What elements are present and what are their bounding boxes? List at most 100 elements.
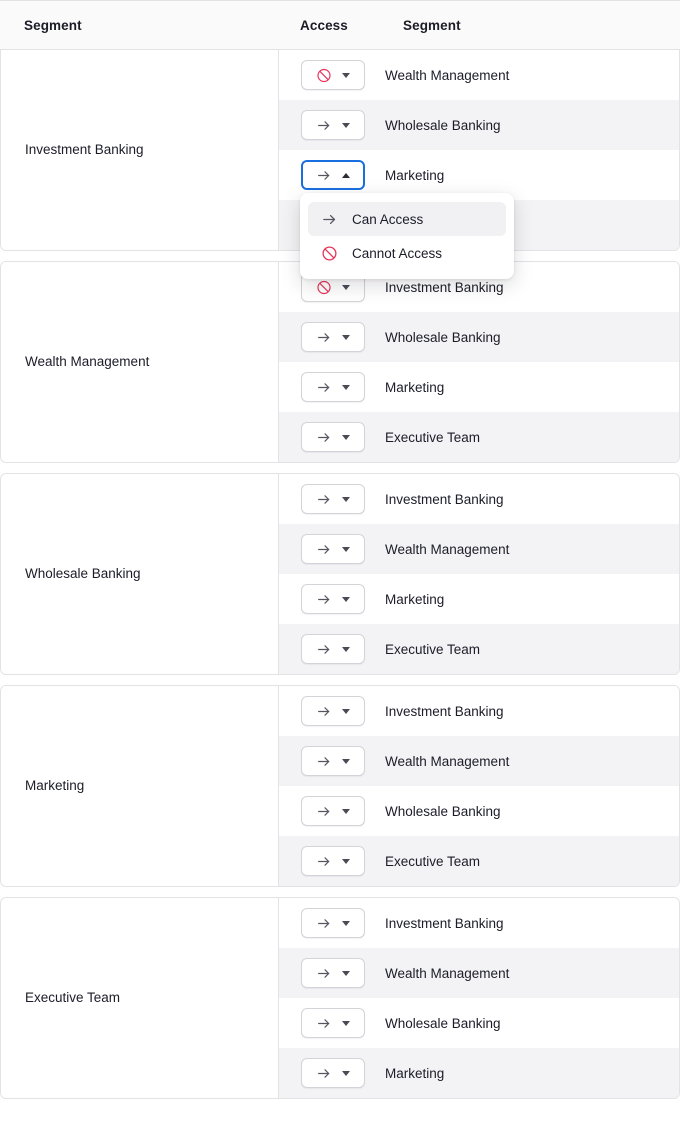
source-segment-cell: Wholesale Banking (1, 474, 279, 674)
table-row: Wealth Management (279, 948, 679, 998)
table-row: Investment Banking (279, 686, 679, 736)
chevron-down-icon (342, 1070, 350, 1076)
access-select-button[interactable] (301, 846, 365, 876)
access-cell (279, 796, 385, 826)
access-cell (279, 110, 385, 140)
target-segment-label: Wealth Management (385, 67, 510, 83)
chevron-down-icon (342, 72, 350, 78)
access-select-button[interactable] (301, 634, 365, 664)
target-segment-label: Marketing (385, 1065, 445, 1081)
arrow-right-icon (316, 753, 332, 769)
target-segment-label: Wealth Management (385, 965, 510, 981)
source-segment-label: Wealth Management (25, 354, 150, 370)
arrow-right-icon (316, 541, 332, 557)
access-select-button[interactable] (301, 60, 365, 90)
access-cell (279, 584, 385, 614)
no-entry-icon (316, 67, 332, 83)
access-select-button[interactable] (301, 746, 365, 776)
access-select-button[interactable] (301, 534, 365, 564)
chevron-down-icon (342, 334, 350, 340)
segment-access-matrix: Segment Access Segment Investment Bankin… (0, 0, 680, 1123)
target-segment-label: Investment Banking (385, 703, 504, 719)
access-select-button[interactable] (301, 908, 365, 938)
chevron-down-icon (342, 646, 350, 652)
target-segment-label: Executive Team (385, 853, 481, 869)
access-select-button[interactable] (301, 1058, 365, 1088)
target-segment-label: Wholesale Banking (385, 1015, 501, 1031)
target-segment-label: Executive Team (385, 641, 481, 657)
access-select-button[interactable] (301, 1008, 365, 1038)
arrow-right-icon (316, 915, 332, 931)
arrow-right-icon (316, 491, 332, 507)
chevron-down-icon (342, 384, 350, 390)
source-segment-cell: Wealth Management (1, 262, 279, 462)
chevron-down-icon (342, 122, 350, 128)
target-segment-label: Wealth Management (385, 541, 510, 557)
access-cell (279, 1008, 385, 1038)
arrow-right-icon (316, 117, 332, 133)
column-header-source-segment: Segment (24, 17, 82, 33)
access-cell (279, 422, 385, 452)
menu-item-can-access[interactable]: Can Access (308, 202, 506, 236)
menu-item-cannot-access[interactable]: Cannot Access (308, 236, 506, 270)
access-dropdown-menu[interactable]: Can Access Cannot Access (300, 193, 514, 279)
group-rows: Investment Banking Wealth Management Whole… (279, 686, 679, 886)
access-select-button[interactable] (301, 796, 365, 826)
target-segment-label: Executive Team (385, 429, 481, 445)
arrow-right-icon (316, 591, 332, 607)
source-segment-label: Marketing (25, 778, 85, 794)
access-cell (279, 1058, 385, 1088)
table-row: Marketing (279, 1048, 679, 1098)
segment-group: Executive Team Investment Banking Wealth M… (0, 897, 680, 1099)
table-row: Marketing (279, 362, 679, 412)
access-cell (279, 60, 385, 90)
table-row: Wealth Management (279, 524, 679, 574)
arrow-right-icon (316, 965, 332, 981)
access-select-button[interactable] (301, 160, 365, 190)
access-cell (279, 846, 385, 876)
access-cell (279, 958, 385, 988)
target-segment-label: Wealth Management (385, 753, 510, 769)
table-row: Executive Team (279, 412, 679, 462)
table-row: Wholesale Banking (279, 312, 679, 362)
arrow-right-icon (316, 167, 332, 183)
chevron-down-icon (342, 596, 350, 602)
access-select-button[interactable] (301, 696, 365, 726)
column-header-target-segment: Segment (403, 17, 461, 33)
no-entry-icon (320, 244, 338, 262)
target-segment-label: Marketing (385, 591, 445, 607)
arrow-right-icon (316, 329, 332, 345)
access-cell (279, 484, 385, 514)
table-header: Segment Access Segment (0, 0, 680, 50)
group-rows: Investment Banking Wholesale Banking Marke… (279, 262, 679, 462)
table-row: Investment Banking (279, 474, 679, 524)
arrow-right-icon (316, 641, 332, 657)
table-row: Marketing (279, 574, 679, 624)
source-segment-label: Wholesale Banking (25, 566, 141, 582)
source-segment-label: Investment Banking (25, 142, 144, 158)
chevron-down-icon (342, 970, 350, 976)
target-segment-label: Investment Banking (385, 491, 504, 507)
access-select-button[interactable] (301, 422, 365, 452)
chevron-down-icon (342, 758, 350, 764)
access-cell (279, 696, 385, 726)
arrow-right-icon (316, 1065, 332, 1081)
group-rows: Investment Banking Wealth Management Whole… (279, 898, 679, 1098)
access-select-button[interactable] (301, 110, 365, 140)
segment-group: Wealth Management Investment Banking Whole… (0, 261, 680, 463)
access-select-button[interactable] (301, 372, 365, 402)
access-select-button[interactable] (301, 584, 365, 614)
access-select-button[interactable] (301, 484, 365, 514)
access-cell (279, 534, 385, 564)
chevron-down-icon (342, 808, 350, 814)
menu-item-label: Cannot Access (352, 245, 443, 261)
access-select-button[interactable] (301, 322, 365, 352)
table-row: Wealth Management (279, 50, 679, 100)
access-select-button[interactable] (301, 958, 365, 988)
table-row: Investment Banking (279, 898, 679, 948)
arrow-right-icon (316, 853, 332, 869)
access-cell (279, 322, 385, 352)
menu-item-label: Can Access (352, 211, 424, 227)
chevron-down-icon (342, 284, 350, 290)
chevron-up-icon (342, 172, 350, 178)
